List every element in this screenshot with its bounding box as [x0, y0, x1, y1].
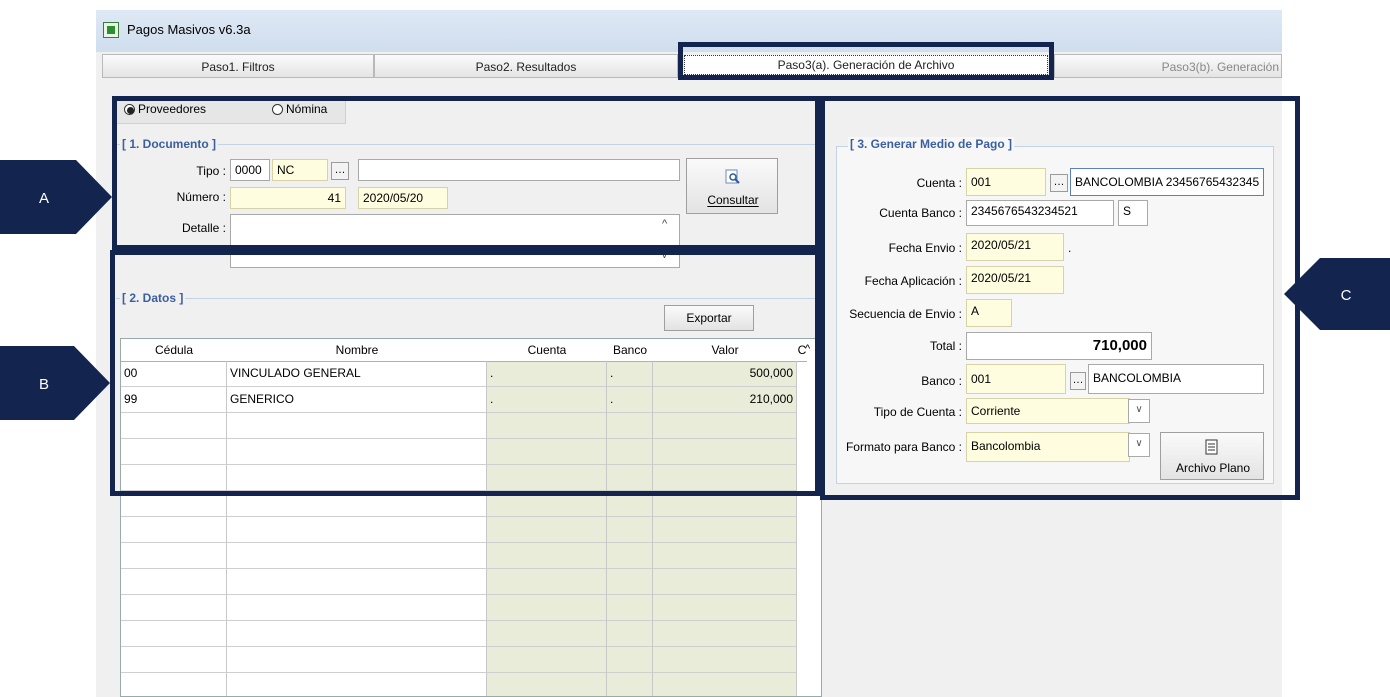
tab-paso2[interactable]: Paso2. Resultados [374, 54, 678, 78]
empty-cell[interactable] [227, 569, 487, 595]
empty-cell[interactable] [121, 517, 227, 543]
empty-cell[interactable] [121, 569, 227, 595]
empty-cell[interactable] [653, 595, 797, 621]
empty-cell[interactable] [487, 647, 607, 673]
empty-cell[interactable] [227, 517, 487, 543]
callout-arrow-b: B [0, 346, 110, 420]
empty-cell[interactable] [607, 517, 653, 543]
tab-paso1[interactable]: Paso1. Filtros [102, 54, 374, 78]
empty-cell[interactable] [487, 569, 607, 595]
callout-box-a [112, 96, 820, 250]
callout-box-tab [678, 42, 1054, 80]
tab-paso3b[interactable]: Paso3(b). Generación [1054, 54, 1282, 78]
spreadsheet-app-icon [103, 22, 119, 38]
callout-arrow-a: A [0, 160, 112, 234]
callout-a-label: A [39, 190, 49, 207]
empty-cell[interactable] [607, 647, 653, 673]
empty-cell[interactable] [121, 543, 227, 569]
empty-cell[interactable] [653, 569, 797, 595]
empty-cell[interactable] [653, 647, 797, 673]
empty-cell[interactable] [227, 543, 487, 569]
callout-c-label: C [1341, 287, 1352, 304]
empty-cell[interactable] [227, 673, 487, 696]
empty-cell[interactable] [487, 595, 607, 621]
empty-cell[interactable] [653, 673, 797, 696]
empty-cell[interactable] [487, 543, 607, 569]
empty-cell[interactable] [607, 621, 653, 647]
window-title: Pagos Masivos v6.3a [127, 22, 251, 37]
empty-cell[interactable] [653, 621, 797, 647]
empty-cell[interactable] [607, 595, 653, 621]
empty-cell[interactable] [121, 621, 227, 647]
empty-cell[interactable] [121, 673, 227, 696]
empty-cell[interactable] [487, 673, 607, 696]
empty-cell[interactable] [121, 647, 227, 673]
callout-b-label: B [39, 376, 49, 393]
empty-cell[interactable] [227, 621, 487, 647]
empty-cell[interactable] [487, 621, 607, 647]
empty-cell[interactable] [121, 595, 227, 621]
callout-box-c [820, 96, 1300, 500]
callout-box-b [110, 250, 820, 496]
empty-cell[interactable] [227, 647, 487, 673]
empty-cell[interactable] [653, 517, 797, 543]
empty-cell[interactable] [653, 543, 797, 569]
empty-cell[interactable] [607, 543, 653, 569]
empty-cell[interactable] [487, 517, 607, 543]
empty-cell[interactable] [227, 595, 487, 621]
callout-arrow-c: C [1284, 258, 1390, 330]
empty-cell[interactable] [607, 673, 653, 696]
empty-cell[interactable] [607, 569, 653, 595]
